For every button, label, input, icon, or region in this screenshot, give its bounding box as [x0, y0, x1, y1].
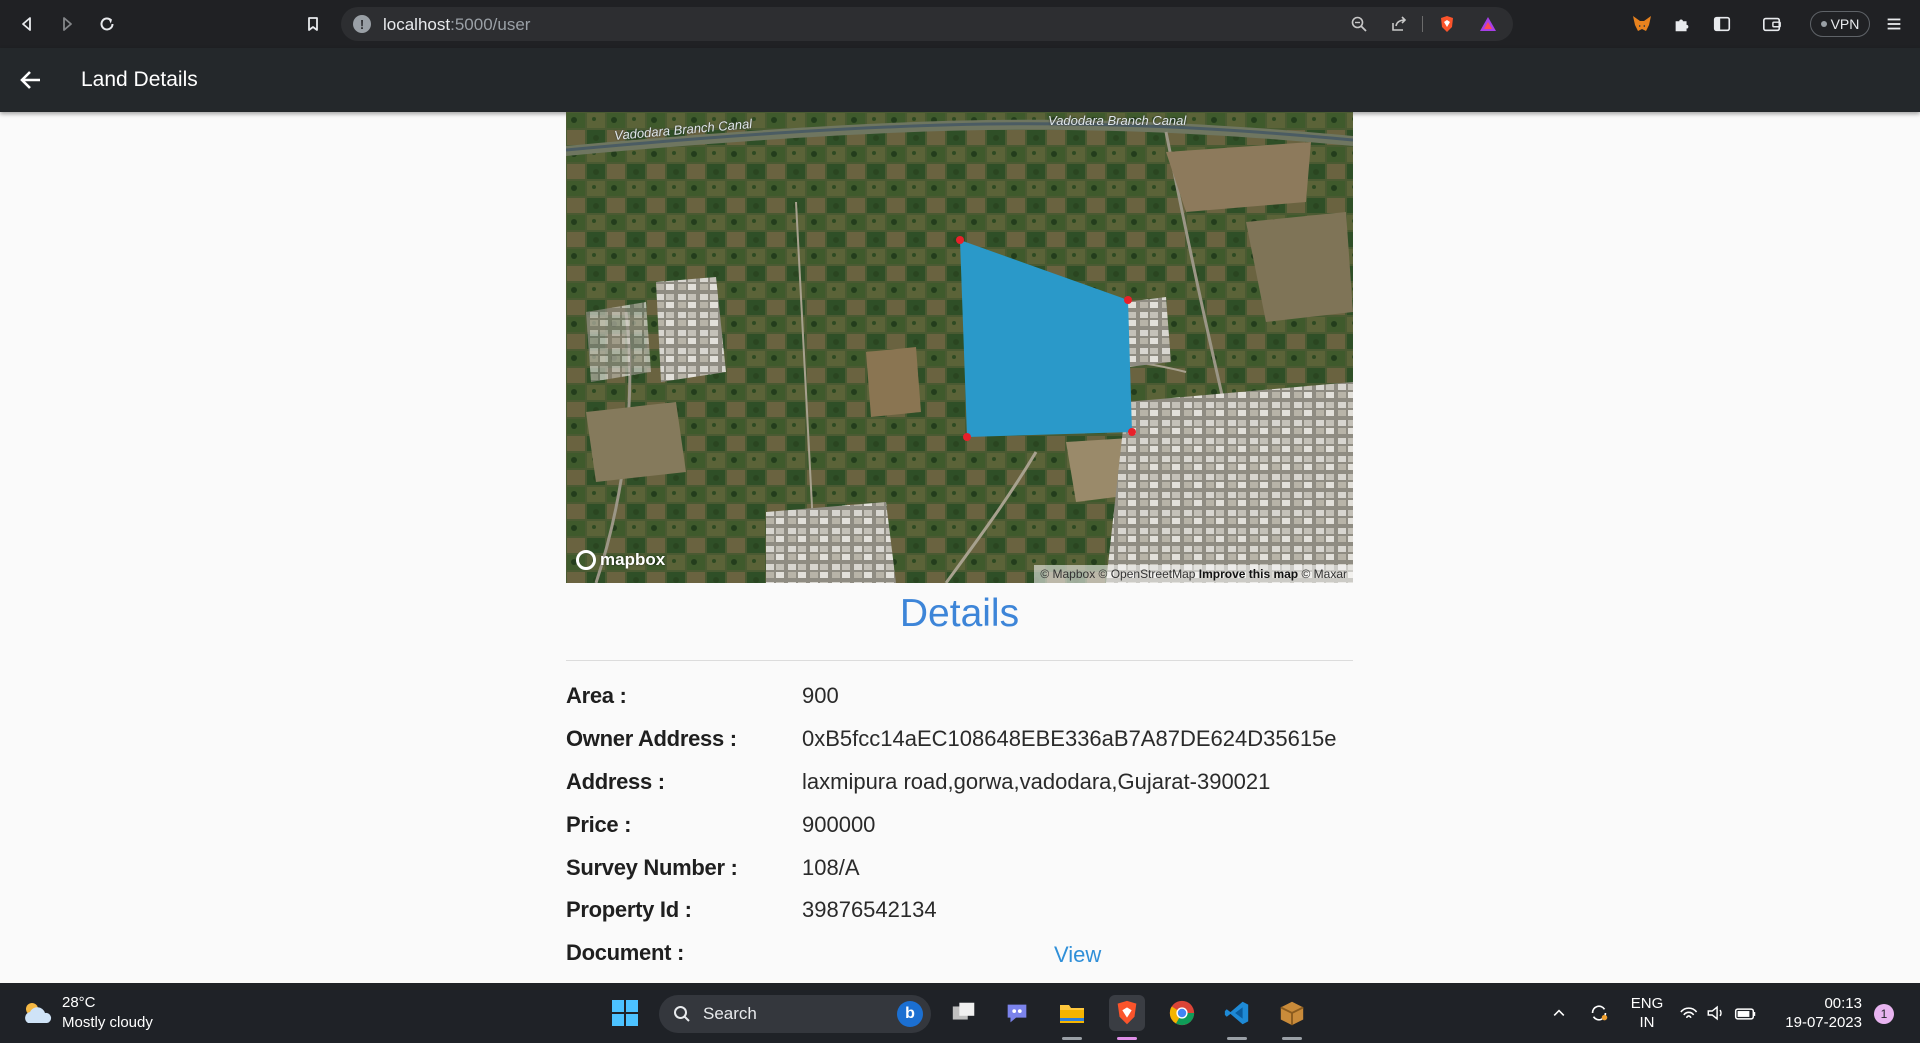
clock[interactable]: 00:13 19-07-2023 — [1778, 994, 1862, 1032]
satellite-imagery — [566, 112, 1353, 583]
share-icon[interactable] — [1390, 15, 1408, 33]
url-host: localhost — [383, 15, 451, 34]
url-path: :5000/user — [450, 15, 531, 34]
chrome-icon[interactable] — [1164, 995, 1200, 1031]
detail-label: Document : — [566, 940, 685, 965]
land-map[interactable]: Vadodara Branch Canal Vadodara Branch Ca… — [566, 112, 1353, 583]
active-indicator — [1227, 1037, 1247, 1040]
vpn-button[interactable]: VPN — [1810, 11, 1870, 37]
language-indicator[interactable]: ENG IN — [1627, 994, 1667, 1032]
brave-rewards-icon[interactable] — [1479, 15, 1497, 33]
url-text[interactable]: localhost:5000/user — [383, 15, 530, 35]
attribution-mapbox-link[interactable]: © Mapbox — [1040, 567, 1095, 581]
detail-row-property-id: Property Id : 39876542134 — [566, 897, 1353, 927]
parcel-vertex[interactable] — [1124, 296, 1132, 304]
taskbar-search[interactable]: Search b — [659, 995, 931, 1033]
bing-icon[interactable]: b — [897, 1001, 923, 1027]
mapbox-logo-icon — [576, 550, 596, 570]
weather-temp: 28°C — [62, 994, 96, 1011]
detail-label: Address : — [566, 769, 665, 794]
browser-forward-icon[interactable] — [53, 10, 81, 38]
detail-row-address: Address : laxmipura road,gorwa,vadodara,… — [566, 769, 1353, 799]
vscode-icon[interactable] — [1219, 995, 1255, 1031]
browser-toolbar: ! localhost:5000/user VPN — [0, 0, 1920, 48]
active-indicator — [1117, 1037, 1137, 1040]
detail-value: 39876542134 — [802, 897, 937, 922]
show-hidden-icons-icon[interactable] — [1539, 995, 1579, 1031]
clock-time: 00:13 — [1824, 995, 1862, 1012]
toolbar-divider — [1422, 16, 1423, 32]
browser-reload-icon[interactable] — [93, 10, 121, 38]
browser-back-icon[interactable] — [13, 10, 41, 38]
back-arrow-icon[interactable] — [18, 67, 44, 93]
detail-row-area: Area : 900 — [566, 683, 1353, 713]
detail-label: Area : — [566, 683, 627, 708]
brave-shields-icon[interactable] — [1438, 15, 1456, 33]
wifi-icon — [1680, 1007, 1698, 1019]
details-heading: Details — [899, 592, 1020, 635]
improve-map-link[interactable]: Improve this map — [1199, 567, 1298, 581]
notification-badge[interactable]: 1 — [1874, 1004, 1894, 1024]
menu-icon[interactable] — [1882, 12, 1906, 36]
task-view-icon[interactable] — [946, 995, 982, 1031]
mapbox-logo[interactable]: mapbox — [576, 550, 665, 570]
package-app-icon[interactable] — [1274, 995, 1310, 1031]
brave-browser-icon[interactable] — [1109, 995, 1145, 1031]
windows-taskbar: 28°C Mostly cloudy Search b ENG IN 00:13… — [0, 983, 1920, 1043]
detail-value: 900000 — [802, 812, 876, 837]
parcel-vertex[interactable] — [956, 236, 964, 244]
detail-row-owner-address: Owner Address : 0xB5fcc14aEC108648EBE336… — [566, 726, 1353, 756]
site-info-icon[interactable]: ! — [353, 15, 371, 33]
extensions-icon[interactable] — [1670, 12, 1694, 36]
wallet-icon[interactable] — [1760, 12, 1784, 36]
detail-label: Survey Number : — [566, 855, 738, 880]
file-explorer-icon[interactable] — [1054, 995, 1090, 1031]
start-windows-icon[interactable] — [607, 995, 643, 1031]
map-label-canal: Vadodara Branch Canal — [1048, 113, 1187, 128]
detail-label: Owner Address : — [566, 726, 737, 751]
detail-row-survey-number: Survey Number : 108/A — [566, 855, 1353, 885]
sync-icon[interactable] — [1581, 995, 1617, 1031]
map-attribution: © Mapbox © OpenStreetMap Improve this ma… — [1034, 565, 1353, 583]
bookmark-icon[interactable] — [299, 10, 327, 38]
detail-value: laxmipura road,gorwa,vadodara,Gujarat-39… — [802, 769, 1271, 794]
parcel-vertex[interactable] — [963, 433, 971, 441]
system-tray-icons[interactable] — [1676, 995, 1766, 1031]
sidebar-toggle-icon[interactable] — [1710, 12, 1734, 36]
zoom-icon[interactable] — [1350, 15, 1368, 33]
clock-date: 19-07-2023 — [1785, 1014, 1862, 1031]
parcel-vertex[interactable] — [1128, 428, 1136, 436]
view-document-link[interactable]: View — [1054, 942, 1101, 968]
search-label: Search — [703, 1004, 757, 1023]
address-bar[interactable]: ! localhost:5000/user — [341, 7, 1513, 41]
detail-value: 108/A — [802, 855, 860, 880]
detail-row-document: Document : — [566, 940, 1353, 970]
detail-value: 900 — [802, 683, 839, 708]
detail-label: Property Id : — [566, 897, 692, 922]
active-indicator — [1062, 1037, 1082, 1040]
mapbox-logo-text: mapbox — [600, 550, 666, 569]
detail-row-price: Price : 900000 — [566, 812, 1353, 842]
page-title: Land Details — [81, 68, 198, 91]
cloudy-weather-icon — [20, 999, 54, 1027]
app-header: Land Details — [0, 48, 1920, 112]
teams-chat-icon[interactable] — [999, 995, 1035, 1031]
weather-desc: Mostly cloudy — [62, 1014, 153, 1031]
weather-widget[interactable]: 28°C Mostly cloudy — [20, 993, 153, 1033]
vpn-label: VPN — [1830, 16, 1860, 32]
attribution-osm-link[interactable]: © OpenStreetMap — [1099, 567, 1196, 581]
attribution-maxar-link[interactable]: © Maxar — [1301, 567, 1347, 581]
metamask-icon[interactable] — [1630, 12, 1654, 36]
language-code: ENG — [1630, 995, 1664, 1012]
details-divider — [566, 660, 1353, 661]
volume-icon — [1707, 1005, 1722, 1021]
active-indicator — [1282, 1037, 1302, 1040]
vpn-status-dot — [1820, 21, 1827, 27]
search-icon — [674, 1006, 690, 1022]
region-code: IN — [1639, 1014, 1655, 1031]
detail-label: Price : — [566, 812, 632, 837]
detail-value: 0xB5fcc14aEC108648EBE336aB7A87DE624D3561… — [802, 726, 1337, 751]
